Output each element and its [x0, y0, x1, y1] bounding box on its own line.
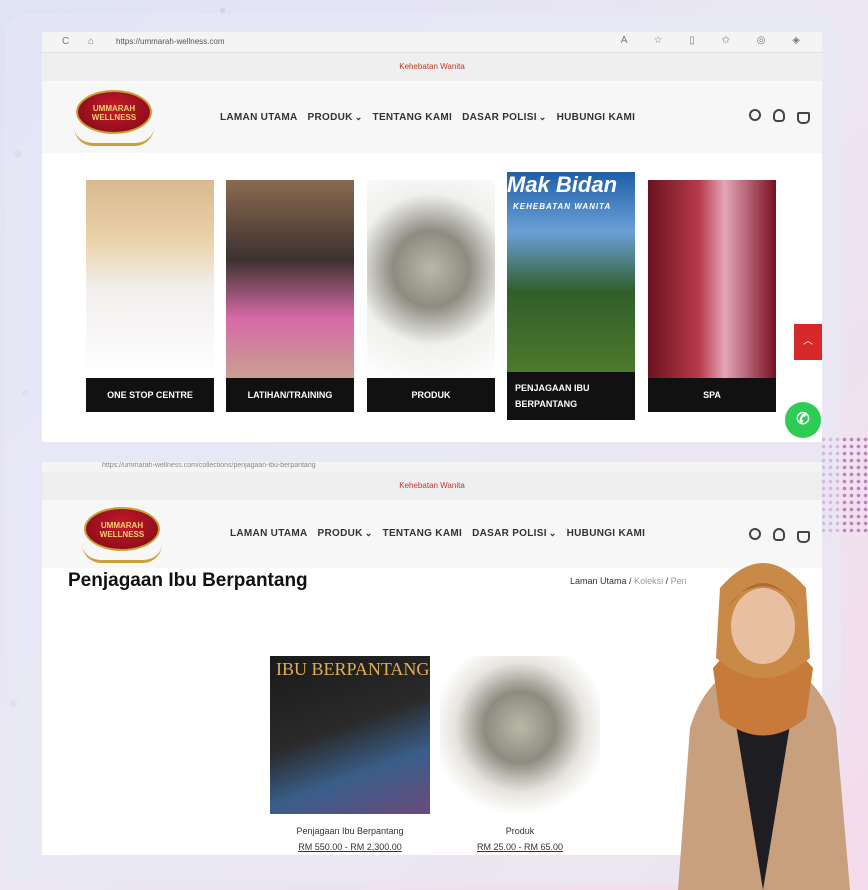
url-text[interactable]: https://ummarah-wellness.com — [116, 37, 224, 46]
product-name[interactable]: Produk — [440, 826, 600, 836]
breadcrumb-collection[interactable]: Koleksi — [634, 576, 663, 586]
announcement-bar: Kehebatan Wanita — [42, 472, 822, 500]
tile-label: LATIHAN/TRAINING — [226, 378, 354, 412]
reload-icon[interactable]: C ⌂ — [62, 36, 102, 47]
product-card[interactable]: IBU BERPANTANG Penjagaan Ibu Berpantang … — [270, 656, 430, 852]
main-nav: LAMAN UTAMA PRODUK ⌄ TENTANG KAMI DASAR P… — [220, 112, 635, 123]
tile-one-stop-centre[interactable]: ONE STOP CENTRE — [86, 180, 214, 412]
tile-banner: Mak Bidan — [507, 172, 618, 197]
nav-laman-utama[interactable]: LAMAN UTAMA — [220, 112, 298, 123]
header-icons — [749, 109, 810, 124]
tile-image — [226, 180, 354, 378]
product-name[interactable]: Penjagaan Ibu Berpantang — [270, 826, 430, 836]
search-icon[interactable] — [749, 109, 761, 121]
chevron-down-icon: ⌄ — [354, 112, 363, 122]
cart-icon[interactable] — [797, 531, 810, 543]
tile-latihan-training[interactable]: LATIHAN/TRAINING — [226, 180, 354, 412]
chevron-down-icon: ⌄ — [364, 528, 373, 538]
nav-produk[interactable]: PRODUK ⌄ — [318, 528, 373, 539]
category-tiles: ONE STOP CENTRE LATIHAN/TRAINING PRODUK … — [86, 172, 786, 422]
tile-banner-sub: KEHEBATAN WANITA — [513, 202, 612, 211]
product-price: RM 25.00 - RM 65.00 — [476, 842, 564, 852]
tile-penjagaan-ibu-berpantang[interactable]: Mak Bidan KEHEBATAN WANITA PENJAGAAN IBU… — [507, 172, 635, 420]
logo-laurel — [82, 544, 162, 563]
nav-hubungi-kami[interactable]: HUBUNGI KAMI — [557, 112, 636, 123]
site-logo[interactable]: UMMARAH WELLNESS — [74, 504, 170, 564]
logo-laurel — [74, 127, 154, 146]
user-icon[interactable] — [773, 528, 785, 541]
product-image[interactable]: IBU BERPANTANG — [270, 656, 430, 814]
main-nav: LAMAN UTAMA PRODUK ⌄ TENTANG KAMI DASAR P… — [230, 528, 645, 539]
tile-produk[interactable]: PRODUK — [367, 180, 495, 412]
chevron-down-icon: ⌄ — [538, 112, 547, 122]
tile-image — [648, 180, 776, 378]
nav-hubungi-kami[interactable]: HUBUNGI KAMI — [567, 528, 646, 539]
product-card[interactable]: Produk RM 25.00 - RM 65.00 — [440, 656, 600, 852]
bg-dot — [220, 8, 225, 13]
tile-label: ONE STOP CENTRE — [86, 378, 214, 412]
breadcrumb-separator: / — [629, 576, 632, 586]
tile-spa[interactable]: SPA — [648, 180, 776, 412]
presenter-photo — [678, 563, 850, 890]
product-image[interactable] — [440, 656, 600, 814]
search-icon[interactable] — [749, 528, 761, 540]
cart-icon[interactable] — [797, 112, 810, 124]
tile-image — [367, 180, 495, 378]
nav-dasar-polisi[interactable]: DASAR POLISI ⌄ — [472, 528, 557, 539]
nav-tentang-kami[interactable]: TENTANG KAMI — [373, 112, 453, 123]
tile-label: PRODUK — [367, 378, 495, 412]
browser-address-bar[interactable]: https://ummarah-wellness.com/collections… — [42, 462, 822, 472]
breadcrumb-home[interactable]: Laman Utama — [570, 576, 627, 586]
nav-tentang-kami[interactable]: TENTANG KAMI — [383, 528, 463, 539]
nav-produk[interactable]: PRODUK ⌄ — [308, 112, 363, 123]
whatsapp-icon[interactable]: ✆ — [785, 402, 821, 438]
tile-label: PENJAGAAN IBU BERPANTANG — [507, 372, 635, 420]
tile-image — [86, 180, 214, 378]
chevron-down-icon: ⌄ — [548, 528, 557, 538]
product-image-text: IBU BERPANTANG — [276, 659, 430, 679]
nav-dasar-polisi[interactable]: DASAR POLISI ⌄ — [462, 112, 547, 123]
browser-toolbar-icons[interactable]: A ☆ ▯ ✩ ◎ ◈ — [621, 35, 812, 46]
site-header: UMMARAH WELLNESS LAMAN UTAMA PRODUK ⌄ TEN… — [42, 81, 822, 153]
chevron-up-icon[interactable]: ︿ — [794, 324, 822, 360]
homepage-screenshot: C ⌂ https://ummarah-wellness.com A ☆ ▯ ✩… — [42, 32, 822, 442]
page-title: Penjagaan Ibu Berpantang — [68, 570, 308, 591]
product-price: RM 550.00 - RM 2,300.00 — [298, 842, 402, 852]
nav-laman-utama[interactable]: LAMAN UTAMA — [230, 528, 308, 539]
header-icons — [749, 528, 810, 543]
user-icon[interactable] — [773, 109, 785, 122]
browser-address-bar: C ⌂ https://ummarah-wellness.com A ☆ ▯ ✩… — [42, 32, 822, 53]
site-logo[interactable]: UMMARAH WELLNESS — [66, 87, 162, 147]
tile-label: SPA — [648, 378, 776, 412]
announcement-bar: Kehebatan Wanita — [42, 53, 822, 81]
